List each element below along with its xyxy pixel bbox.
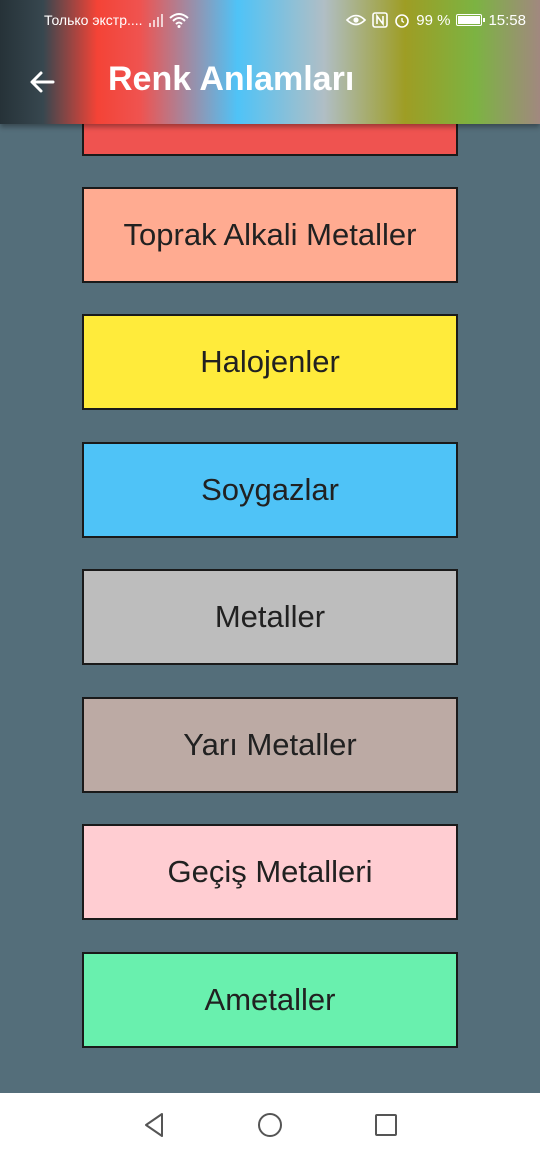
color-button-alkaline-earth-metals[interactable]: Toprak Alkali Metaller [82, 187, 458, 283]
color-button-nonmetals[interactable]: Ametaller [82, 952, 458, 1048]
navigation-bar [0, 1093, 540, 1156]
color-button-metalloids[interactable]: Yarı Metaller [82, 697, 458, 793]
recents-square-icon [375, 1113, 397, 1136]
nav-home-button[interactable] [256, 1111, 284, 1139]
status-right-group: 99 % 15:58 [346, 12, 526, 29]
home-circle-icon [258, 1112, 282, 1137]
nfc-icon [372, 12, 389, 28]
status-bar: Только экстр.... 99 % 15:58 [0, 0, 540, 40]
arrow-left-icon [30, 71, 55, 93]
color-button-noble-gases[interactable]: Soygazlar [82, 442, 458, 538]
signal-icon [148, 13, 163, 27]
color-button-halogens[interactable]: Halojenler [82, 314, 458, 410]
eye-icon [346, 14, 367, 26]
nav-recents-button[interactable] [372, 1111, 400, 1139]
battery-percent: 99 % [416, 11, 451, 29]
nav-back-button[interactable] [140, 1111, 168, 1139]
battery-icon [456, 14, 486, 26]
color-button-metals[interactable]: Metaller [82, 569, 458, 665]
page-title: Renk Anlamları [108, 60, 355, 98]
back-button[interactable] [24, 64, 60, 100]
wifi-icon [168, 13, 189, 28]
color-button-transition-metals[interactable]: Geçiş Metalleri [82, 824, 458, 920]
alarm-icon [395, 14, 410, 28]
carrier-label: Только экстр.... [44, 12, 143, 28]
back-triangle-icon [145, 1112, 163, 1137]
color-list: Toprak Alkali Metaller Halojenler Soygaz… [0, 0, 540, 1093]
clock: 15:58 [488, 11, 526, 29]
